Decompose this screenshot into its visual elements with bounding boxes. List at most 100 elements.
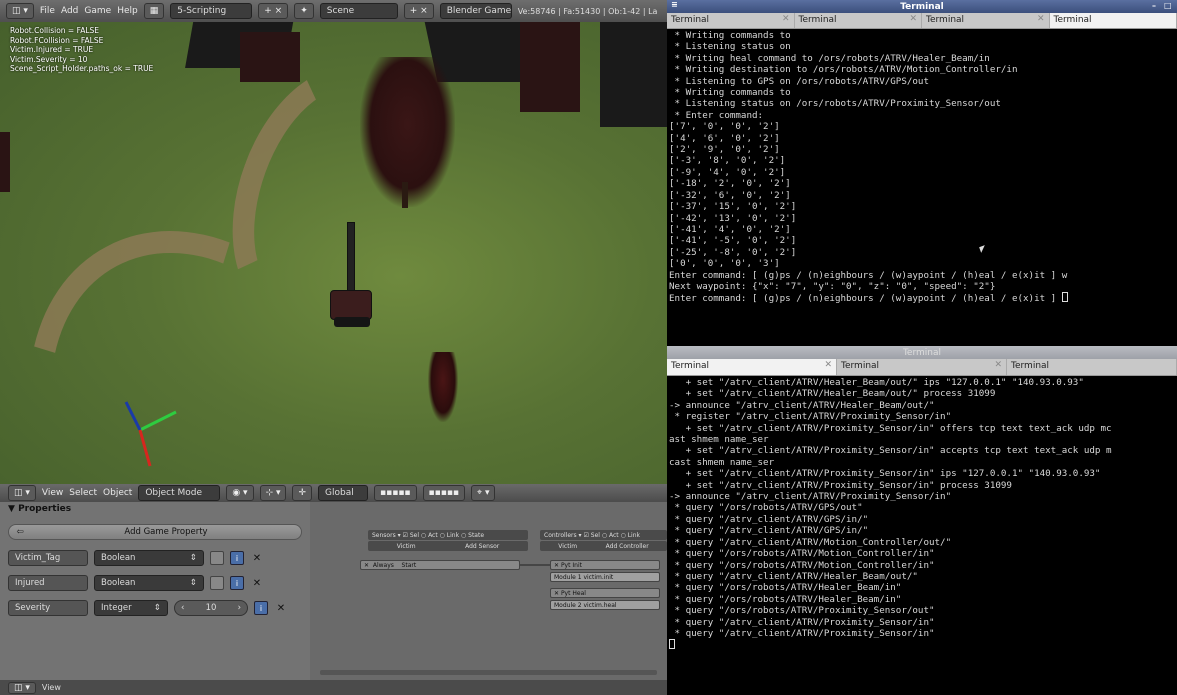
terminal-output[interactable]: + set "/atrv_client/ATRV/Healer_Beam/out… <box>667 376 1177 653</box>
scene-add-remove-buttons[interactable]: + × <box>403 3 434 19</box>
add-property-arrow-icon: ⇦ <box>16 527 24 537</box>
close-tab-icon[interactable]: ✕ <box>909 14 917 24</box>
menu-help[interactable]: Help <box>117 6 138 16</box>
minimize-icon[interactable]: – <box>1152 1 1161 10</box>
pivot-button[interactable]: ⊹ ▾ <box>259 485 287 501</box>
terminal-line: -> announce "/atrv_client/ATRV/Healer_Be… <box>669 399 935 411</box>
python-controller[interactable]: ✕ Pyt Init <box>550 560 660 570</box>
terminal-window-top: ≡ Terminal – □ Terminal ✕ Terminal ✕ Termi… <box>667 0 1177 346</box>
property-type-label: Boolean <box>101 553 136 563</box>
terminal-tab[interactable]: Terminal ✕ <box>837 359 1007 375</box>
property-value-checkbox[interactable] <box>210 576 224 590</box>
remove-property-icon[interactable]: ✕ <box>274 601 288 615</box>
add-controller-select[interactable]: Add Controller <box>606 543 649 550</box>
menu-object[interactable]: Object <box>103 488 132 498</box>
terminal-tab[interactable]: Terminal <box>1007 359 1177 375</box>
terminal-tab-active[interactable]: Terminal ✕ <box>667 359 837 375</box>
terminal-line: * register "/atrv_client/ATRV/Proximity_… <box>669 411 952 423</box>
screen-layout-field[interactable]: 5-Scripting <box>170 3 253 19</box>
victim-figure <box>428 352 458 422</box>
terminal-line: + set "/atrv_client/ATRV/Proximity_Senso… <box>669 479 1012 491</box>
menu-add[interactable]: Add <box>61 6 78 16</box>
python-controller[interactable]: ✕ Pyt Heal <box>550 588 660 598</box>
property-name-field[interactable]: Injured <box>8 575 88 591</box>
terminal-prompt-line[interactable]: Enter command: [ (g)ps / (n)eighbours / … <box>669 292 1175 304</box>
always-sensor[interactable]: ✕ Always Start <box>360 560 520 570</box>
screen-add-remove-buttons[interactable]: + × <box>258 3 289 19</box>
screen-layout-icon[interactable]: ▦ <box>143 3 165 19</box>
terminal-line: * Enter command: <box>669 109 764 121</box>
terminal-line: ['-3', '8', '0', '2'] <box>669 155 786 167</box>
python-module-field[interactable]: Module 2 victim.heal <box>550 600 660 610</box>
property-type-label: Boolean <box>101 578 136 588</box>
snap-button[interactable]: ⌖ ▾ <box>471 485 496 501</box>
terminal-prompt-line[interactable] <box>669 639 1175 651</box>
add-game-property-button[interactable]: ⇦ Add Game Property <box>8 524 302 540</box>
terminal-line: + set "/atrv_client/ATRV/Proximity_Senso… <box>669 422 1112 434</box>
menu-file[interactable]: File <box>40 6 55 16</box>
terminal-tab[interactable]: Terminal ✕ <box>922 13 1050 28</box>
terminal-line: + set "/atrv_client/ATRV/Healer_Beam/out… <box>669 377 1084 388</box>
property-value-checkbox[interactable] <box>210 551 224 565</box>
decrement-arrow-icon: ‹ <box>181 603 185 613</box>
property-value-number[interactable]: ‹ 10 › <box>174 600 248 616</box>
sensors-subheader: Victim Add Sensor <box>368 541 528 551</box>
building-wall <box>240 32 300 82</box>
terminal-line: ['-25', '-8', '0', '2'] <box>669 246 797 258</box>
terminal-line: * query "/ors/robots/ATRV/Motion_Control… <box>669 559 935 571</box>
menu-view[interactable]: View <box>42 488 63 498</box>
terminal-tab-active[interactable]: Terminal <box>1049 13 1177 28</box>
render-engine-select[interactable]: Blender Game <box>439 3 512 19</box>
controller-type-label: Pyt <box>560 561 571 569</box>
property-name-field[interactable]: Severity <box>8 600 88 616</box>
close-tab-icon[interactable]: ✕ <box>782 14 790 24</box>
debug-info-icon[interactable]: i <box>230 576 244 590</box>
terminal-line: ['-41', '-5', '0', '2'] <box>669 235 797 247</box>
scene-icon[interactable]: ✦ <box>294 3 314 19</box>
maximize-icon[interactable]: □ <box>1164 1 1173 10</box>
add-sensor-select[interactable]: Add Sensor <box>465 543 499 550</box>
logic-editor[interactable]: Sensors ▾ ☑ Sel ○ Act ○ Link ○ State Vic… <box>310 502 667 680</box>
close-tab-icon[interactable]: ✕ <box>824 360 832 370</box>
debug-info-icon[interactable]: i <box>230 551 244 565</box>
terminal-output[interactable]: * Writing commands to * Listening status… <box>667 29 1177 306</box>
editor-type-button[interactable]: ◫ ▾ <box>8 485 36 501</box>
menu-view[interactable]: View <box>42 683 61 692</box>
python-module-field[interactable]: Module 1 victim.init <box>550 572 660 582</box>
mode-select[interactable]: Object Mode <box>138 485 221 501</box>
tab-label: Terminal <box>841 361 880 371</box>
close-tab-icon[interactable]: ✕ <box>994 360 1002 370</box>
menu-select[interactable]: Select <box>69 488 97 498</box>
menu-game[interactable]: Game <box>84 6 111 16</box>
terminal-line: + set "/atrv_client/ATRV/Proximity_Senso… <box>669 445 1112 457</box>
layers-grid[interactable]: ▪▪▪▪▪ <box>422 485 466 501</box>
terminal-line: ['-42', '13', '0', '2'] <box>669 212 797 224</box>
sensor-state-label: State <box>468 531 485 539</box>
terminal-line: ['-18', '2', '0', '2'] <box>669 178 791 190</box>
shading-button[interactable]: ◉ ▾ <box>226 485 254 501</box>
terminal-tab[interactable]: Terminal ✕ <box>794 13 922 28</box>
close-tab-icon[interactable]: ✕ <box>1037 14 1045 24</box>
controllers-subheader: Victim Add Controller <box>540 541 667 551</box>
3d-viewport[interactable]: Robot.Collision = FALSE Robot.FCollision… <box>0 22 667 484</box>
property-name-field[interactable]: Victim_Tag <box>8 550 88 566</box>
debug-info-icon[interactable]: i <box>254 601 268 615</box>
remove-property-icon[interactable]: ✕ <box>250 576 264 590</box>
orientation-select[interactable]: Global <box>318 485 369 501</box>
editor-type-button[interactable]: ◫ ▾ <box>8 681 36 694</box>
horizontal-scrollbar[interactable] <box>320 670 657 675</box>
property-type-select[interactable]: Integer ⇕ <box>94 600 168 616</box>
editor-type-button[interactable]: ◫ ▾ <box>6 3 34 19</box>
sensors-header-label: Sensors <box>372 531 396 539</box>
remove-property-icon[interactable]: ✕ <box>250 551 264 565</box>
property-type-select[interactable]: Boolean ⇕ <box>94 575 204 591</box>
terminal-line: ['-9', '4', '0', '2'] <box>669 166 786 178</box>
terminal-line: * Writing commands to <box>669 30 791 41</box>
tab-label: Terminal <box>1011 361 1050 371</box>
property-type-select[interactable]: Boolean ⇕ <box>94 550 204 566</box>
layers-grid[interactable]: ▪▪▪▪▪ <box>374 485 417 501</box>
terminal-tab[interactable]: Terminal ✕ <box>667 13 795 28</box>
scene-field[interactable]: Scene <box>319 3 398 19</box>
window-menu-icon[interactable]: ≡ <box>671 0 678 9</box>
manipulator-button[interactable]: ✛ <box>292 485 313 501</box>
